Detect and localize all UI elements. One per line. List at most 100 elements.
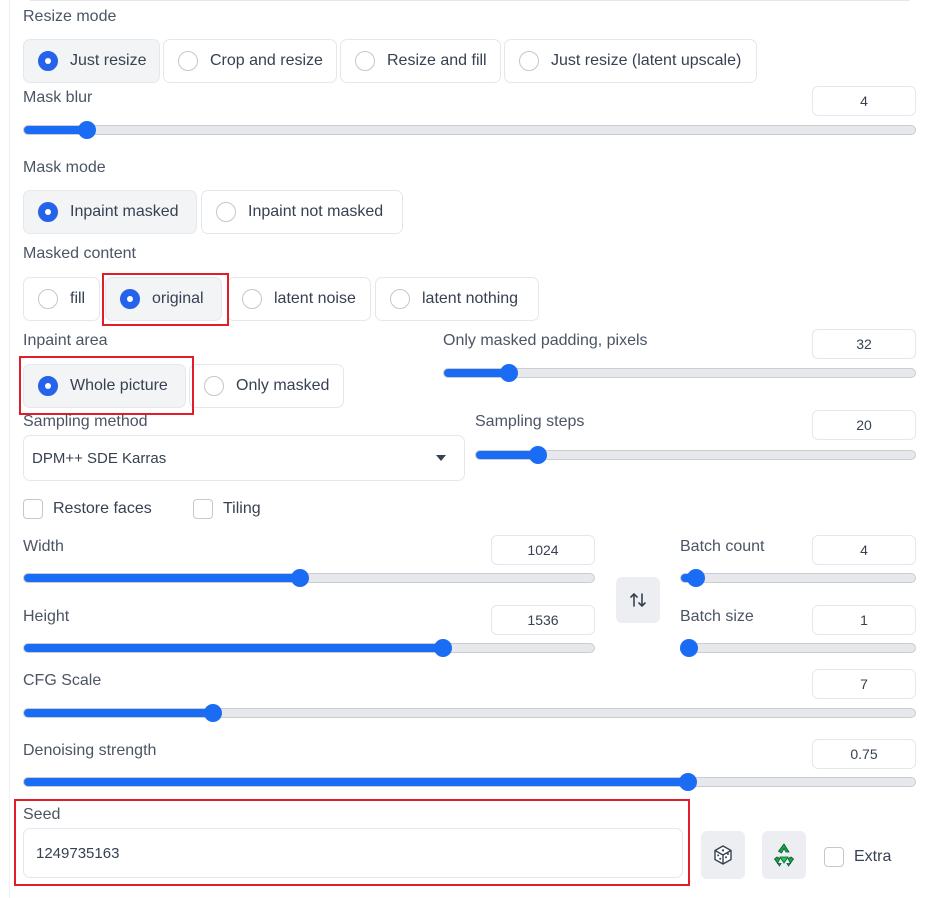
width-label: Width	[23, 538, 64, 555]
slider-track	[23, 708, 916, 718]
cfg-scale-number-input[interactable]: 7	[812, 669, 916, 699]
slider-fill	[24, 709, 215, 717]
radio-dot	[38, 51, 58, 71]
cfg-scale-label: CFG Scale	[23, 672, 102, 689]
cfg-scale-slider[interactable]	[23, 703, 916, 723]
radio-label: Inpaint not masked	[248, 203, 384, 220]
slider-track	[23, 125, 916, 135]
highlight-seed	[14, 799, 690, 886]
batch-count-label: Batch count	[680, 538, 765, 555]
checkbox-label: Tiling	[223, 500, 261, 517]
swap-vertical-icon	[630, 593, 646, 607]
recycle-icon	[773, 843, 795, 867]
checkbox-box[interactable]	[193, 499, 213, 519]
radio-label: fill	[70, 290, 86, 307]
batch-size-number-input[interactable]: 1	[812, 605, 916, 635]
slider-fill	[24, 778, 690, 786]
mask-mode-label: Mask mode	[23, 159, 106, 176]
only-masked-padding-slider[interactable]	[443, 363, 916, 383]
radio-crop-and-resize[interactable]: Crop and resize	[163, 39, 337, 83]
radio-dot	[178, 51, 198, 71]
checkbox-label: Restore faces	[53, 500, 152, 517]
mask-blur-label: Mask blur	[23, 89, 93, 106]
slider-thumb[interactable]	[679, 773, 698, 791]
batch-count-slider[interactable]	[680, 568, 916, 588]
checkbox-label: Extra	[854, 848, 892, 865]
mask-blur-number-input[interactable]: 4	[812, 86, 916, 116]
inpaint-area-label: Inpaint area	[23, 332, 108, 349]
panel-top-border	[30, 0, 910, 1]
batch-size-slider[interactable]	[680, 638, 916, 658]
radio-dot	[216, 202, 236, 222]
sampling-method-value: DPM++ SDE Karras	[32, 449, 167, 467]
slider-thumb[interactable]	[291, 569, 310, 587]
radio-label: Only masked	[236, 377, 330, 394]
sampling-method-dropdown[interactable]: DPM++ SDE Karras	[23, 435, 465, 481]
panel-left-border	[9, 0, 10, 898]
sampling-steps-slider[interactable]	[475, 445, 916, 465]
radio-fill[interactable]: fill	[23, 277, 100, 321]
swap-dimensions-button[interactable]	[616, 577, 660, 623]
batch-count-number-input[interactable]: 4	[812, 535, 916, 565]
denoising-strength-slider[interactable]	[23, 772, 916, 792]
extra-seed-checkbox[interactable]: Extra	[824, 847, 891, 867]
slider-thumb[interactable]	[77, 121, 96, 139]
slider-track	[23, 643, 595, 653]
radio-just-resize-latent-upscale[interactable]: Just resize (latent upscale)	[504, 39, 757, 83]
radio-inpaint-not-masked[interactable]: Inpaint not masked	[201, 190, 403, 234]
slider-fill	[24, 644, 445, 652]
radio-dot	[204, 376, 224, 396]
highlight-original	[102, 273, 229, 326]
denoising-strength-label: Denoising strength	[23, 742, 157, 759]
radio-label: Just resize	[70, 52, 147, 69]
slider-thumb[interactable]	[680, 639, 698, 657]
slider-thumb[interactable]	[686, 569, 705, 587]
slider-thumb[interactable]	[204, 704, 223, 722]
radio-label: latent nothing	[422, 290, 519, 307]
highlight-whole-picture	[19, 356, 194, 415]
radio-label: Just resize (latent upscale)	[551, 52, 742, 69]
slider-track	[680, 573, 916, 583]
sampling-steps-number-input[interactable]: 20	[812, 410, 916, 440]
radio-dot	[390, 289, 410, 309]
radio-dot	[519, 51, 539, 71]
mask-blur-slider[interactable]	[23, 120, 916, 140]
only-masked-padding-number-input[interactable]: 32	[812, 329, 916, 359]
slider-thumb[interactable]	[434, 639, 453, 657]
radio-dot	[38, 202, 58, 222]
random-seed-button[interactable]	[701, 831, 745, 879]
radio-label: Resize and fill	[387, 52, 487, 69]
slider-thumb[interactable]	[499, 364, 518, 382]
denoising-strength-number-input[interactable]: 0.75	[812, 739, 916, 769]
only-masked-padding-label: Only masked padding, pixels	[443, 332, 648, 349]
slider-thumb[interactable]	[528, 446, 547, 464]
height-number-input[interactable]: 1536	[491, 605, 595, 635]
reuse-seed-button[interactable]	[762, 831, 806, 879]
radio-latent-nothing[interactable]: latent nothing	[375, 277, 539, 321]
sampling-steps-label: Sampling steps	[475, 413, 585, 430]
radio-latent-noise[interactable]: latent noise	[227, 277, 371, 321]
radio-label: latent noise	[274, 290, 356, 307]
dice-icon	[714, 845, 732, 865]
radio-inpaint-masked[interactable]: Inpaint masked	[23, 190, 197, 234]
width-number-input[interactable]: 1024	[491, 535, 595, 565]
restore-faces-checkbox[interactable]: Restore faces	[23, 499, 152, 519]
chevron-down-icon	[436, 455, 446, 461]
height-slider[interactable]	[23, 638, 595, 658]
tiling-checkbox[interactable]: Tiling	[193, 499, 261, 519]
radio-label: Crop and resize	[210, 52, 323, 69]
masked-content-label: Masked content	[23, 245, 136, 262]
radio-only-masked[interactable]: Only masked	[189, 364, 344, 408]
checkbox-box[interactable]	[23, 499, 43, 519]
width-slider[interactable]	[23, 568, 595, 588]
radio-dot	[355, 51, 375, 71]
resize-mode-label: Resize mode	[23, 8, 117, 25]
radio-dot	[38, 289, 58, 309]
radio-dot	[242, 289, 262, 309]
radio-just-resize[interactable]: Just resize	[23, 39, 160, 83]
sampling-method-label: Sampling method	[23, 413, 148, 430]
height-label: Height	[23, 608, 70, 625]
radio-resize-and-fill[interactable]: Resize and fill	[340, 39, 501, 83]
slider-fill	[24, 574, 302, 582]
checkbox-box[interactable]	[824, 847, 844, 867]
